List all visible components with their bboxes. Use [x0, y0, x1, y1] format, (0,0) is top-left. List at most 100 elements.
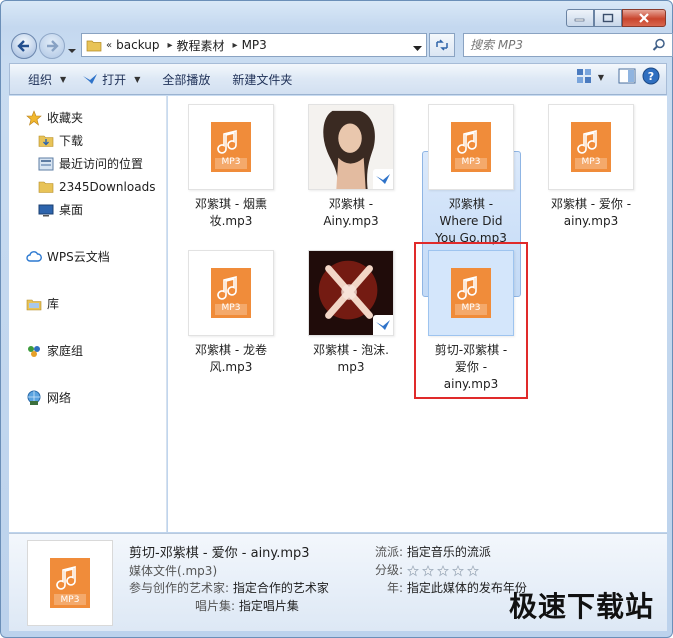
file-type-label: MP3: [60, 595, 80, 605]
sidebar-item-2345downloads[interactable]: 2345Downloads: [9, 175, 166, 198]
breadcrumb-tutorial[interactable]: 教程素材: [177, 37, 225, 54]
sidebar-item-favorites[interactable]: 收藏夹: [9, 106, 166, 129]
address-overflow[interactable]: «: [106, 40, 112, 51]
homegroup-icon: [25, 342, 43, 360]
details-key: 唱片集:: [194, 599, 235, 613]
file-name: 邓紫琪 - 烟熏 妆.mp3: [195, 197, 267, 228]
forward-button[interactable]: [39, 33, 65, 59]
details-album-row[interactable]: 唱片集: 指定唱片集: [129, 597, 299, 614]
sidebar-item-wps-cloud[interactable]: WPS云文档: [9, 245, 166, 268]
sidebar-item-network[interactable]: 网络: [9, 386, 166, 409]
view-controls: ▼ ?: [576, 67, 660, 88]
file-item[interactable]: MP3 邓紫棋 - 龙卷 风.mp3: [175, 250, 287, 376]
breadcrumb-separator-icon[interactable]: ▸: [168, 40, 173, 51]
history-dropdown[interactable]: [67, 43, 77, 57]
player-badge-icon: [373, 169, 393, 189]
command-bar: 组织 ▼ 打开 ▼ 全部播放 新建文件夹 ▼ ?: [9, 63, 667, 95]
details-key: 年:: [386, 581, 403, 595]
close-button[interactable]: [622, 9, 666, 27]
sidebar-item-label: 收藏夹: [47, 111, 84, 125]
breadcrumb-mp3[interactable]: MP3: [242, 38, 267, 52]
minimize-button[interactable]: [566, 9, 594, 27]
details-rating-row[interactable]: 分级:: [365, 561, 479, 578]
sidebar-item-label: 网络: [47, 391, 72, 405]
bird-player-icon: [83, 74, 98, 84]
help-button[interactable]: ?: [642, 67, 660, 88]
file-item[interactable]: 邓紫棋 - 泡沫. mp3: [295, 250, 407, 376]
star-icon: [25, 109, 43, 127]
sidebar-item-label: WPS云文档: [47, 250, 110, 264]
sidebar-item-label: 家庭组: [47, 344, 84, 358]
downloads-folder-icon: [37, 132, 55, 150]
player-badge-icon: [373, 315, 393, 335]
details-value[interactable]: 指定音乐的流派: [407, 545, 491, 559]
chevron-down-icon: [413, 46, 422, 51]
forward-arrow-icon: [47, 40, 59, 52]
view-tiles-icon: [576, 69, 591, 83]
file-type-label: MP3: [221, 157, 241, 167]
view-options-dropdown[interactable]: ▼: [598, 73, 604, 82]
file-thumbnail: MP3: [188, 104, 274, 190]
sidebar-item-desktop[interactable]: 桌面: [9, 198, 166, 221]
album-art-thumbnail: [308, 250, 394, 336]
file-name: 邓紫棋 - 爱你 - ainy.mp3: [550, 197, 632, 228]
network-icon: [25, 389, 43, 407]
details-year-row[interactable]: 年: 指定此媒体的发布年份: [365, 579, 527, 596]
file-type-label: MP3: [581, 157, 601, 167]
details-key: 分级:: [374, 563, 403, 577]
search-input[interactable]: [464, 34, 644, 56]
watermark-text: 极速下载站: [508, 590, 654, 623]
back-button[interactable]: [11, 33, 37, 59]
preview-pane-button[interactable]: [618, 68, 636, 87]
details-artist-row[interactable]: 参与创作的艺术家: 指定合作的艺术家: [129, 579, 329, 596]
details-value[interactable]: 指定唱片集: [239, 599, 299, 613]
folder-icon: [37, 178, 55, 196]
organize-button[interactable]: 组织 ▼: [20, 65, 74, 93]
breadcrumb-separator-icon[interactable]: ▸: [233, 40, 238, 51]
new-folder-button[interactable]: 新建文件夹: [224, 65, 300, 93]
sidebar-item-label: 下载: [59, 134, 84, 148]
minimize-icon: [574, 18, 585, 22]
file-item[interactable]: MP3 邓紫棋 - 爱你 - ainy.mp3: [535, 104, 647, 230]
maximize-button[interactable]: [594, 9, 622, 27]
explorer-window: « backup ▸ 教程素材 ▸ MP3 组织 ▼ 打开: [0, 0, 673, 638]
sidebar-item-libraries[interactable]: 库: [9, 292, 166, 315]
refresh-icon: [436, 39, 448, 51]
search-box[interactable]: [463, 33, 673, 57]
svg-text:?: ?: [648, 70, 654, 83]
chevron-down-icon: ▼: [60, 74, 67, 84]
address-dropdown[interactable]: [413, 41, 422, 55]
sidebar-item-recent-places[interactable]: 最近访问的位置: [9, 152, 166, 175]
rating-stars[interactable]: [406, 564, 479, 577]
refresh-button[interactable]: [429, 33, 455, 57]
sidebar-item-label: 2345Downloads: [59, 179, 156, 194]
close-icon: [639, 13, 649, 23]
sidebar-item-label: 桌面: [59, 203, 84, 217]
library-icon: [25, 295, 43, 313]
file-item[interactable]: MP3 邓紫琪 - 烟熏 妆.mp3: [175, 104, 287, 230]
open-button[interactable]: 打开 ▼: [74, 65, 148, 93]
cloud-icon: [25, 248, 43, 266]
search-icon[interactable]: [652, 38, 666, 55]
sidebar-item-downloads[interactable]: 下载: [9, 129, 166, 152]
details-file-type: 媒体文件(.mp3): [129, 564, 218, 578]
change-view-button[interactable]: [576, 68, 592, 87]
folder-icon: [86, 40, 102, 52]
sidebar-item-homegroup[interactable]: 家庭组: [9, 339, 166, 362]
address-bar[interactable]: « backup ▸ 教程素材 ▸ MP3: [81, 33, 427, 57]
desktop-icon: [37, 201, 55, 219]
file-item[interactable]: MP3 邓紫棋 - Where Did You Go.mp3: [415, 104, 527, 247]
back-arrow-icon: [17, 40, 29, 52]
file-name: 邓紫棋 - Ainy.mp3: [323, 197, 379, 228]
help-icon: ?: [642, 67, 660, 85]
play-all-button[interactable]: 全部播放: [154, 65, 218, 93]
navigation-row: « backup ▸ 教程素材 ▸ MP3: [9, 31, 673, 59]
recent-places-icon: [37, 155, 55, 173]
file-name: 邓紫棋 - 泡沫. mp3: [313, 343, 389, 374]
file-item[interactable]: 邓紫棋 - Ainy.mp3: [295, 104, 407, 230]
star-empty-icon: [451, 564, 464, 576]
star-empty-icon: [466, 564, 479, 576]
breadcrumb-backup[interactable]: backup: [116, 38, 159, 52]
details-genre-row[interactable]: 流派: 指定音乐的流派: [365, 543, 491, 560]
details-value[interactable]: 指定合作的艺术家: [233, 581, 329, 595]
